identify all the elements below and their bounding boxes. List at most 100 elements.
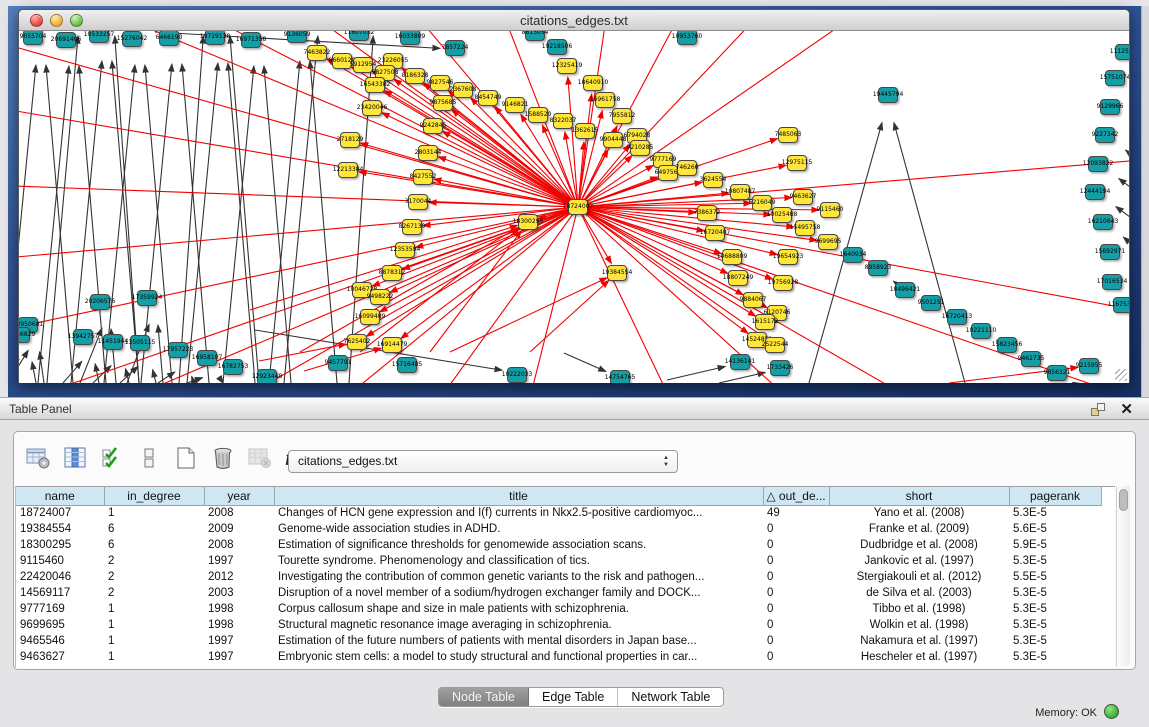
graph-node[interactable]: 2718129: [340, 132, 360, 148]
graph-node[interactable]: 2803144: [418, 145, 438, 161]
graph-node[interactable]: 16720413: [947, 309, 967, 325]
graph-node[interactable]: 7625402: [347, 334, 367, 350]
graph-node[interactable]: 15692971: [1100, 244, 1120, 260]
graph-node[interactable]: 18640910: [583, 75, 603, 91]
graph-node[interactable]: 16914479: [382, 337, 402, 353]
column-header-pagerank[interactable]: pagerank: [1009, 487, 1101, 505]
graph-node[interactable]: 12444194: [1085, 184, 1105, 200]
graph-node[interactable]: 14754765: [610, 370, 630, 383]
graph-node[interactable]: 12213384: [338, 162, 358, 178]
graph-node[interactable]: 9827546: [430, 75, 450, 91]
graph-node[interactable]: 13942757: [73, 329, 93, 345]
graph-node[interactable]: 19218506: [547, 39, 567, 55]
graph-node[interactable]: 10719138: [205, 31, 225, 45]
graph-node[interactable]: 746266: [677, 160, 697, 176]
graph-node[interactable]: 15751074: [1105, 70, 1125, 86]
graph-node[interactable]: 1615172: [755, 314, 775, 330]
graph-node[interactable]: 9055704: [23, 31, 43, 45]
graph-node[interactable]: 19756928: [773, 275, 793, 291]
graph-node[interactable]: 7955812: [612, 108, 632, 124]
graph-node[interactable]: 9115460: [820, 202, 840, 218]
graph-node[interactable]: 20206576: [90, 294, 110, 310]
table-scrollbar[interactable]: [1116, 486, 1130, 666]
graph-node[interactable]: 8878312: [382, 265, 402, 281]
graph-node[interactable]: 18724007: [568, 199, 588, 215]
graph-node[interactable]: 9136059: [287, 31, 307, 43]
graph-node[interactable]: 23420046: [362, 100, 382, 116]
graph-node[interactable]: 13505115: [130, 335, 150, 351]
table-row[interactable]: 977716911998Corpus callosum shape and si…: [16, 601, 1101, 617]
graph-node[interactable]: 7386372: [697, 205, 717, 221]
graph-node[interactable]: 10025488: [772, 207, 792, 223]
new-table-icon[interactable]: [172, 444, 200, 472]
graph-node[interactable]: 20691406: [56, 32, 76, 48]
graph-node[interactable]: 11675300: [1113, 297, 1129, 313]
close-icon[interactable]: ✕: [1120, 400, 1133, 418]
column-header-name[interactable]: name: [16, 487, 104, 505]
graph-node[interactable]: 10221110: [971, 323, 991, 339]
graph-node[interactable]: 5912954: [353, 57, 373, 73]
graph-node[interactable]: 1640934: [843, 247, 863, 263]
graph-node[interactable]: 9457791: [328, 355, 348, 371]
graph-node[interactable]: 9498222: [370, 289, 390, 305]
graph-node[interactable]: 9242845: [423, 118, 443, 134]
graph-node[interactable]: 7857224: [445, 40, 465, 56]
graph-node[interactable]: 8427552: [413, 169, 433, 185]
graph-node[interactable]: 3624554: [703, 172, 723, 188]
column-header-year[interactable]: year: [204, 487, 274, 505]
graph-node[interactable]: 9227342: [1095, 127, 1115, 143]
window-titlebar[interactable]: citations_edges.txt: [19, 10, 1129, 31]
graph-node[interactable]: 9875685: [433, 95, 453, 111]
graph-node[interactable]: 2367608: [453, 82, 473, 98]
graph-node[interactable]: 17359924: [137, 290, 157, 306]
graph-node[interactable]: 16099489: [360, 309, 380, 325]
delete-table-icon[interactable]: [246, 444, 274, 472]
table-row[interactable]: 946362711997Embryonic stem cells: a mode…: [16, 649, 1101, 665]
graph-node[interactable]: 7485063: [778, 127, 798, 143]
graph-node[interactable]: 10533257: [89, 31, 109, 43]
graph-node[interactable]: 8267130: [402, 219, 422, 235]
graph-node[interactable]: 17957223: [168, 342, 188, 358]
graph-node[interactable]: 16782753: [223, 359, 243, 375]
column-chooser-icon[interactable]: [61, 444, 89, 472]
column-header-in_degree[interactable]: in_degree: [104, 487, 204, 505]
graph-node[interactable]: 16033809: [400, 31, 420, 45]
graph-node[interactable]: 16961758: [595, 92, 615, 108]
graph-node[interactable]: 7463822: [307, 45, 327, 61]
graph-node[interactable]: 6216049: [752, 195, 772, 211]
rows-icon[interactable]: [135, 444, 163, 472]
window-resize-grip[interactable]: [1115, 369, 1127, 381]
graph-node[interactable]: 9146821: [505, 97, 525, 113]
graph-node[interactable]: 6466190: [159, 31, 179, 46]
graph-node[interactable]: 9501251: [921, 295, 941, 311]
table-row[interactable]: 911546021997Tourette syndrome. Phenomeno…: [16, 553, 1101, 569]
graph-node[interactable]: 18300295: [518, 214, 538, 230]
graph-node[interactable]: 12923448: [257, 369, 277, 383]
graph-node[interactable]: 8322037: [553, 113, 573, 129]
graph-node[interactable]: 11156829: [19, 327, 30, 343]
graph-node[interactable]: 11451944: [103, 334, 123, 350]
table-row[interactable]: 1830029562008Estimation of significance …: [16, 537, 1101, 553]
graph-node[interactable]: 15823456: [997, 337, 1017, 353]
column-header-title[interactable]: title: [274, 487, 763, 505]
graph-node[interactable]: 19445794: [878, 87, 898, 103]
graph-node[interactable]: 9215955: [1079, 358, 1099, 374]
graph-node[interactable]: 16543382: [365, 77, 385, 93]
table-row[interactable]: 946554611997Estimation of the future num…: [16, 633, 1101, 649]
delete-entries-icon[interactable]: [209, 444, 237, 472]
column-header-short[interactable]: short: [829, 487, 1009, 505]
graph-node[interactable]: 12975115: [787, 155, 807, 171]
row-selection-icon[interactable]: [98, 444, 126, 472]
graph-node[interactable]: 12325419: [557, 58, 577, 74]
memory-status-indicator-icon[interactable]: [1104, 704, 1119, 719]
graph-node[interactable]: 10688809: [722, 249, 742, 265]
graph-node[interactable]: 9699695: [818, 234, 838, 250]
graph-node[interactable]: 15276042: [122, 31, 142, 47]
graph-node[interactable]: 9856321: [1047, 365, 1067, 381]
graph-node[interactable]: 8958923: [868, 260, 888, 276]
graph-node[interactable]: 14136141: [730, 354, 750, 370]
graph-node[interactable]: 11125997: [1115, 44, 1129, 60]
table-settings-icon[interactable]: [24, 444, 52, 472]
graph-node[interactable]: 10807487: [730, 184, 750, 200]
graph-node[interactable]: 1362615: [575, 123, 595, 139]
